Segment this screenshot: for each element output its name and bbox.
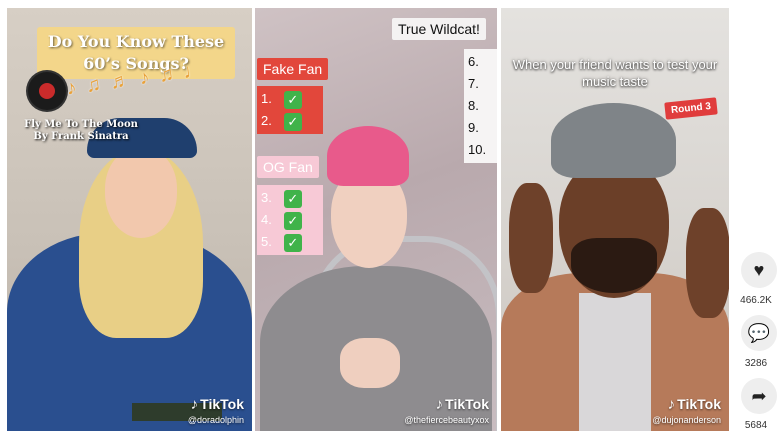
tiktok-logo-icon: ♪ bbox=[435, 396, 444, 413]
fake-fan-list: 1. ✓ 2. ✓ bbox=[257, 86, 323, 134]
list-item: 7. bbox=[468, 76, 479, 91]
like-count: 466.2K bbox=[740, 295, 772, 306]
tiktok-watermark: ♪ TikTok @doradolphin bbox=[7, 396, 252, 425]
list-item: 6. bbox=[468, 54, 479, 69]
checkmark-icon: ✓ bbox=[283, 112, 302, 131]
left-hand bbox=[509, 183, 553, 293]
tiktok-logo: ♪ TikTok bbox=[667, 396, 721, 413]
list-item: 10. bbox=[468, 142, 487, 157]
comment-count: 3286 bbox=[744, 358, 768, 369]
tiktok-watermark: ♪ TikTok @thefiercebeautyxox bbox=[255, 396, 497, 425]
like-button[interactable]: ♥ bbox=[741, 252, 777, 288]
share-icon: ➦ bbox=[751, 385, 767, 406]
tiktok-logo: ♪ TikTok bbox=[190, 396, 244, 413]
tiktok-logo-icon: ♪ bbox=[667, 396, 676, 413]
true-wildcat-label: True Wildcat! bbox=[392, 18, 486, 40]
video-panel-1[interactable]: Do You Know These 60’s Songs? ♪ ♫ ♬ ♪ ♫ … bbox=[7, 8, 252, 431]
list-item: 8. bbox=[468, 98, 479, 113]
share-count: 5684 bbox=[744, 420, 768, 431]
song-artist: By Frank Sinatra bbox=[33, 131, 129, 142]
song-caption: Fly Me To The Moon By Frank Sinatra bbox=[21, 119, 141, 143]
username[interactable]: @doradolphin bbox=[7, 415, 244, 425]
vinyl-record-icon bbox=[28, 72, 66, 110]
face bbox=[105, 148, 177, 238]
video-panel-3[interactable]: When your friend wants to test your musi… bbox=[501, 8, 729, 431]
pink-hair bbox=[327, 126, 409, 186]
list-item: 4. ✓ bbox=[261, 209, 319, 231]
beard bbox=[571, 238, 657, 293]
list-item: 3. ✓ bbox=[261, 187, 319, 209]
og-fan-label: OG Fan bbox=[257, 156, 319, 178]
checkmark-icon: ✓ bbox=[283, 233, 302, 252]
beanie bbox=[551, 103, 676, 178]
tiktok-logo-icon: ♪ bbox=[190, 396, 199, 413]
checkmark-icon: ✓ bbox=[283, 189, 302, 208]
comment-button[interactable]: 💬 bbox=[741, 315, 777, 351]
video-panel-2[interactable]: True Wildcat! Fake Fan OG Fan 1. ✓ 2. ✓ 3.… bbox=[255, 8, 497, 431]
share-button[interactable]: ➦ bbox=[741, 378, 777, 414]
round-badge: Round 3 bbox=[664, 97, 718, 120]
comment-icon: 💬 bbox=[747, 322, 771, 343]
list-item: 5. ✓ bbox=[261, 231, 319, 253]
wildcat-list: 6. 7. 8. 9. 10. bbox=[464, 49, 497, 163]
song-title: Fly Me To The Moon bbox=[24, 119, 138, 130]
right-hand bbox=[686, 208, 729, 318]
video-caption: When your friend wants to test your musi… bbox=[512, 57, 718, 89]
og-fan-list: 3. ✓ 4. ✓ 5. ✓ bbox=[257, 185, 323, 255]
list-item: 2. ✓ bbox=[261, 110, 319, 132]
hand bbox=[340, 338, 400, 388]
checkmark-icon: ✓ bbox=[283, 90, 302, 109]
tiktok-logo: ♪ TikTok bbox=[435, 396, 489, 413]
heart-icon: ♥ bbox=[753, 259, 765, 280]
fake-fan-label: Fake Fan bbox=[257, 58, 329, 80]
tiktok-watermark: ♪ TikTok @dujonanderson bbox=[501, 396, 729, 425]
username[interactable]: @dujonanderson bbox=[501, 415, 721, 425]
list-item: 9. bbox=[468, 120, 479, 135]
username[interactable]: @thefiercebeautyxox bbox=[255, 415, 489, 425]
list-item: 1. ✓ bbox=[261, 88, 319, 110]
checkmark-icon: ✓ bbox=[283, 211, 302, 230]
